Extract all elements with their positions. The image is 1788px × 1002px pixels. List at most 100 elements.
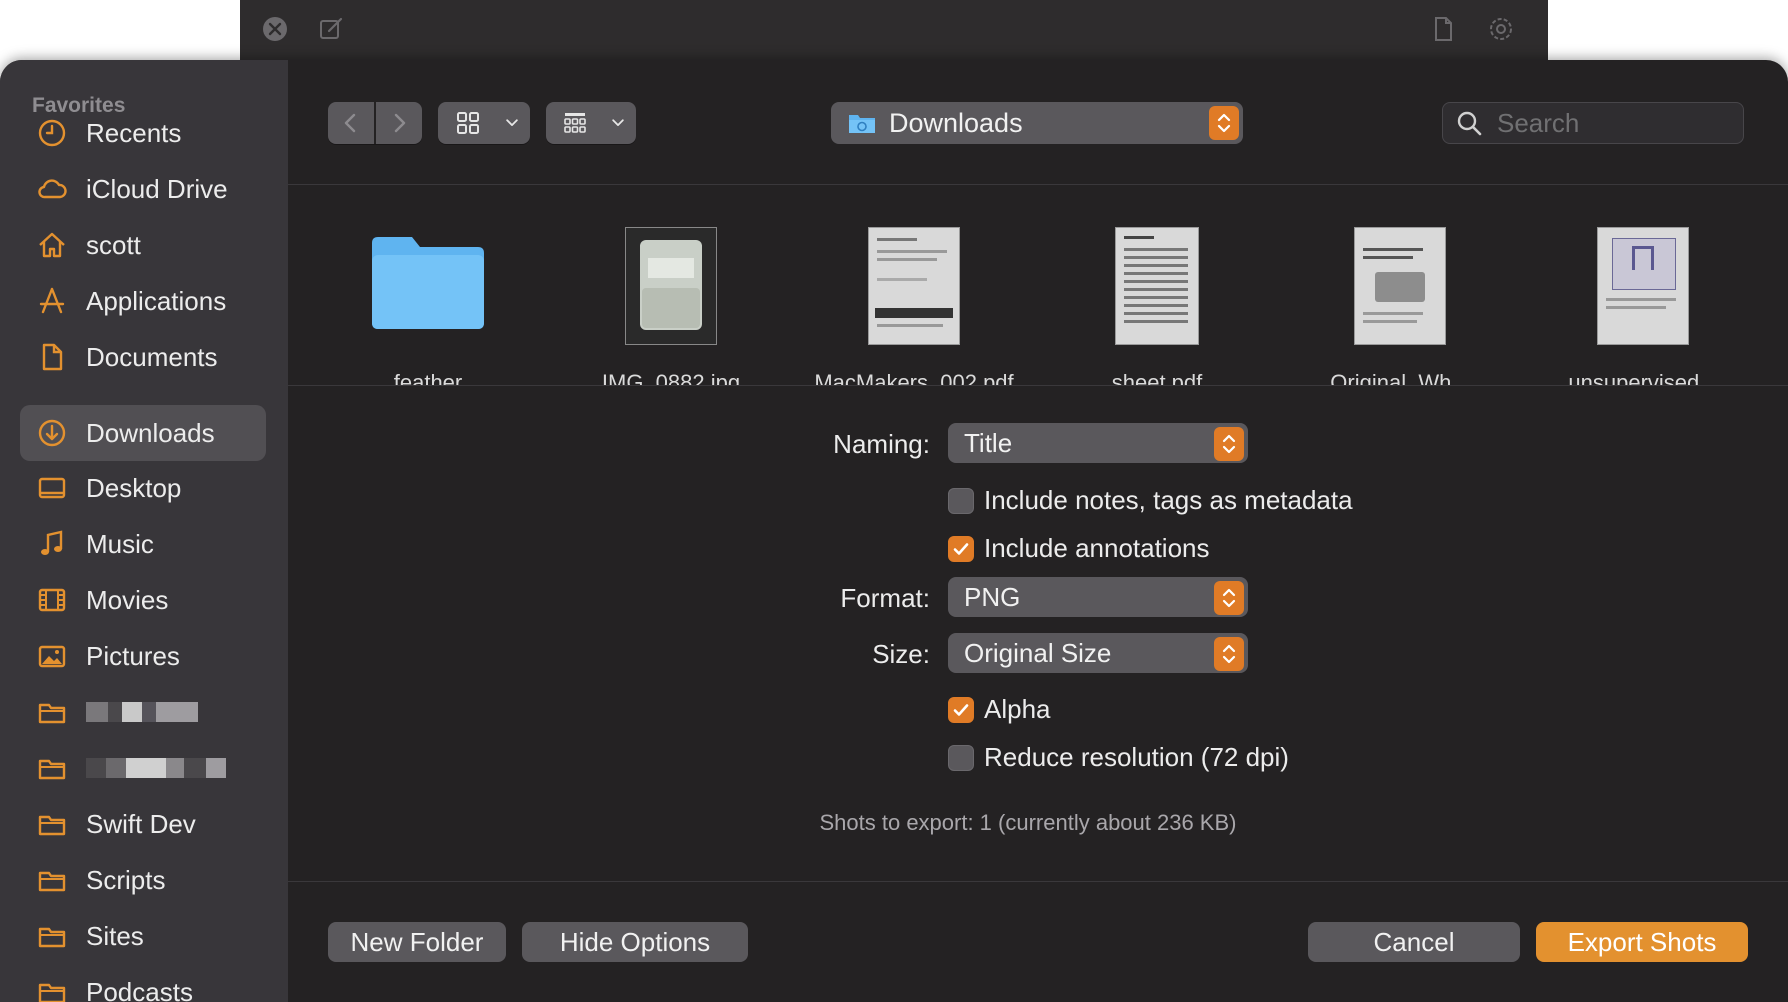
alpha-checkbox[interactable] [948, 696, 974, 723]
desktop-icon [34, 470, 70, 506]
document-icon [34, 339, 70, 375]
document-thumbnail [868, 227, 960, 345]
include-notes-row: Include notes, tags as metadata [948, 485, 1353, 516]
naming-popup[interactable]: Title [948, 423, 1248, 463]
sidebar-item-label: Movies [86, 584, 169, 615]
folder-icon [34, 862, 70, 898]
folder-icon [34, 918, 70, 954]
sidebar-item-sites[interactable]: Sites [20, 908, 266, 964]
sidebar-item-swift-dev[interactable]: Swift Dev [20, 796, 266, 852]
folder-icon [34, 750, 70, 786]
sidebar-item-podcasts[interactable]: Podcasts [20, 964, 266, 1002]
search-icon [1455, 109, 1483, 137]
forward-button[interactable] [376, 102, 422, 144]
sidebar-item-recents[interactable]: Recents [20, 105, 266, 161]
home-icon [34, 227, 70, 263]
alpha-row: Alpha [948, 694, 1051, 725]
sidebar-item-label: iCloud Drive [86, 173, 228, 204]
naming-label: Naming: [833, 429, 930, 459]
file-name: unsupervised... [1568, 370, 1718, 385]
sidebar-item-label: Sites [86, 920, 144, 951]
size-value: Original Size [964, 637, 1112, 668]
include-annotations-checkbox[interactable] [948, 535, 974, 562]
sidebar-item-scott[interactable]: scott [20, 217, 266, 273]
new-folder-button[interactable]: New Folder [328, 922, 506, 962]
sidebar-item-desktop[interactable]: Desktop [20, 460, 266, 516]
include-annotations-label: Include annotations [984, 533, 1210, 563]
sidebar-item-applications[interactable]: Applications [20, 273, 266, 329]
redacted-label [86, 702, 198, 722]
document-thumbnail [1597, 227, 1689, 345]
music-icon [34, 526, 70, 562]
film-icon [34, 582, 70, 618]
checkmark-icon [953, 703, 969, 716]
file-item[interactable]: sheet.pdf [1057, 205, 1257, 385]
chevron-down-icon [604, 102, 632, 144]
sidebar-item-label: Scripts [86, 864, 166, 895]
sidebar-item-label: Podcasts [86, 976, 193, 1002]
main-panel: Downloads feather [288, 60, 1788, 1002]
sidebar-item-label: Desktop [86, 472, 182, 503]
browser-divider [288, 385, 1788, 386]
close-circle-icon[interactable] [260, 14, 290, 44]
export-shots-button[interactable]: Export Shots [1536, 922, 1748, 962]
sidebar-item-scripts[interactable]: Scripts [20, 852, 266, 908]
compose-icon[interactable] [316, 14, 346, 44]
search-input[interactable] [1495, 106, 1719, 140]
sidebar-item-label: Applications [86, 285, 227, 316]
folder-icon [34, 806, 70, 842]
file-item[interactable]: Original_Wh... [1300, 205, 1500, 385]
naming-value: Title [964, 427, 1013, 458]
updown-icon [1209, 106, 1239, 140]
size-label: Size: [872, 639, 930, 669]
photo-icon [34, 638, 70, 674]
location-popup[interactable]: Downloads [831, 102, 1243, 144]
reduce-resolution-row: Reduce resolution (72 dpi) [948, 742, 1289, 773]
file-item[interactable]: feather [328, 205, 528, 385]
sidebar-item-label: scott [86, 229, 141, 260]
sidebar-item-redacted-2[interactable] [20, 740, 266, 796]
sidebar-item-label: Pictures [86, 640, 180, 671]
cancel-button[interactable]: Cancel [1308, 922, 1520, 962]
sidebar-item-label: Downloads [86, 417, 215, 448]
chevron-down-icon [498, 102, 526, 144]
file-icon[interactable] [1428, 14, 1458, 44]
file-name: sheet.pdf [1111, 370, 1203, 385]
updown-icon [1214, 427, 1244, 461]
include-annotations-row: Include annotations [948, 533, 1210, 564]
back-button[interactable] [328, 102, 374, 144]
sidebar-item-label: Documents [86, 341, 218, 372]
reduce-resolution-checkbox[interactable] [948, 744, 974, 771]
file-name: MacMakers_002.pdf [814, 370, 1014, 385]
group-by-button[interactable] [546, 102, 636, 144]
include-notes-checkbox[interactable] [948, 487, 974, 514]
folder-icon [368, 233, 488, 338]
updown-icon [1214, 581, 1244, 615]
hide-options-button[interactable]: Hide Options [522, 922, 748, 962]
sidebar-item-documents[interactable]: Documents [20, 329, 266, 385]
clock-icon [34, 115, 70, 151]
alpha-label: Alpha [984, 694, 1051, 724]
redacted-label [86, 758, 226, 778]
file-item[interactable]: unsupervised... [1543, 205, 1743, 385]
gear-icon[interactable] [1486, 14, 1516, 44]
file-item[interactable]: IMG_0882.jpg [571, 205, 771, 385]
sidebar-item-movies[interactable]: Movies [20, 572, 266, 628]
sidebar-item-redacted-1[interactable] [20, 684, 266, 740]
sidebar-item-pictures[interactable]: Pictures [20, 628, 266, 684]
sidebar-item-icloud-drive[interactable]: iCloud Drive [20, 161, 266, 217]
file-item[interactable]: MacMakers_002.pdf [814, 205, 1014, 385]
search-field [1442, 102, 1744, 144]
view-mode-button[interactable] [438, 102, 530, 144]
export-sheet: Favorites Recents iCloud Drive scott App… [0, 60, 1788, 1002]
nav-buttons [328, 102, 422, 144]
folder-icon [34, 974, 70, 1002]
sidebar-item-downloads[interactable]: Downloads [20, 405, 266, 461]
format-popup[interactable]: PNG [948, 577, 1248, 617]
include-notes-label: Include notes, tags as metadata [984, 485, 1353, 515]
document-thumbnail [1354, 227, 1446, 345]
download-icon [34, 415, 70, 451]
export-summary: Shots to export: 1 (currently about 236 … [288, 810, 1788, 836]
sidebar-item-music[interactable]: Music [20, 516, 266, 572]
size-popup[interactable]: Original Size [948, 633, 1248, 673]
